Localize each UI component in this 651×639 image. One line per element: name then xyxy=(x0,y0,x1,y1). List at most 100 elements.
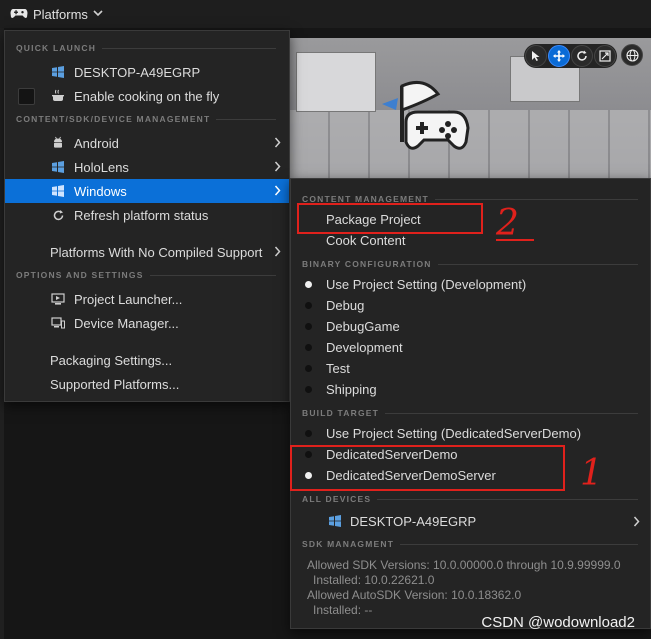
chevron-right-icon xyxy=(633,515,640,530)
platforms-menu: QUICK LAUNCH DESKTOP-A49EGRP Enable cook… xyxy=(4,30,290,402)
radio-indicator xyxy=(305,430,312,437)
divider xyxy=(400,543,638,545)
menu-item-android-label: Android xyxy=(74,135,119,151)
menu-item-cook-on-fly-label: Enable cooking on the fly xyxy=(74,88,220,104)
windows-icon xyxy=(49,159,67,175)
menu-item-hololens-label: HoloLens xyxy=(74,159,129,175)
divider xyxy=(434,198,638,200)
binary-config-label: Debug xyxy=(326,298,365,313)
cooking-pot-icon xyxy=(49,88,67,104)
chevron-right-icon xyxy=(274,184,281,199)
move-icon[interactable] xyxy=(548,45,570,67)
gamepad-icon xyxy=(10,6,28,23)
launcher-icon xyxy=(49,291,67,307)
annotation-box-package xyxy=(297,203,483,234)
binary-config-label: Development xyxy=(326,340,403,355)
sdk-info-line: Allowed SDK Versions: 10.0.00000.0 throu… xyxy=(307,558,621,572)
sdk-info-line: Allowed AutoSDK Version: 10.0.18362.0 xyxy=(307,588,522,602)
radio-indicator xyxy=(305,386,312,393)
cook-content-label: Cook Content xyxy=(326,233,406,248)
sdk-info-line: Installed: -- xyxy=(313,603,373,617)
annotation-underline xyxy=(496,239,534,241)
windows-icon xyxy=(328,514,342,531)
platforms-label: Platforms xyxy=(33,6,88,22)
select-icon[interactable] xyxy=(525,45,547,67)
options-settings-header: OPTIONS AND SETTINGS xyxy=(16,270,276,280)
menu-item-supported-platforms[interactable]: Supported Platforms... xyxy=(5,372,289,396)
menu-item-refresh-status[interactable]: Refresh platform status xyxy=(5,203,289,227)
sdk-management-header: SDK MANAGMENT xyxy=(302,539,638,549)
radio-indicator xyxy=(305,323,312,330)
binary-config-label: Test xyxy=(326,361,350,376)
binary-config-label: DebugGame xyxy=(326,319,400,334)
radio-indicator xyxy=(305,365,312,372)
viewport-toolbar xyxy=(524,44,643,68)
menu-item-no-compiled-support[interactable]: Platforms With No Compiled Support xyxy=(5,240,289,264)
menu-item-cook-on-fly[interactable]: Enable cooking on the fly xyxy=(5,84,289,108)
quick-launch-header-label: QUICK LAUNCH xyxy=(16,43,97,53)
binary-config-label: Shipping xyxy=(326,382,377,397)
binary-config-label: Use Project Setting (Development) xyxy=(326,277,527,292)
menu-item-windows-label: Windows xyxy=(74,183,127,199)
chevron-right-icon xyxy=(274,136,281,151)
annotation-number-2: 2 xyxy=(496,203,519,244)
refresh-icon xyxy=(49,207,67,223)
scale-icon[interactable] xyxy=(594,45,616,67)
transform-tools xyxy=(524,44,617,68)
level-viewport[interactable] xyxy=(290,38,651,178)
radio-indicator xyxy=(305,344,312,351)
windows-submenu: CONTENT MANAGEMENT Package Project Cook … xyxy=(290,178,651,629)
all-devices-header: ALL DEVICES xyxy=(302,494,638,504)
device-item-desktop[interactable]: DESKTOP-A49EGRP xyxy=(291,510,650,532)
windows-icon xyxy=(49,183,67,199)
build-target-label: Use Project Setting (DedicatedServerDemo… xyxy=(326,426,582,441)
build-target-option[interactable]: Use Project Setting (DedicatedServerDemo… xyxy=(291,423,650,444)
menu-item-windows[interactable]: Windows xyxy=(5,179,289,203)
cook-on-fly-checkbox[interactable] xyxy=(18,87,35,105)
platforms-button[interactable]: Platforms xyxy=(10,4,103,24)
annotation-number-1: 1 xyxy=(580,453,603,494)
all-devices-header-label: ALL DEVICES xyxy=(302,494,372,504)
menu-item-hololens[interactable]: HoloLens xyxy=(5,155,289,179)
device-manager-icon xyxy=(49,315,67,331)
binary-config-option[interactable]: Use Project Setting (Development) xyxy=(291,274,650,295)
menu-item-device-manager-label: Device Manager... xyxy=(74,315,179,331)
content-management-header-label: CONTENT/SDK/DEVICE MANAGEMENT xyxy=(16,114,211,124)
binary-configuration-header: BINARY CONFIGURATION xyxy=(302,259,638,269)
binary-config-option[interactable]: Shipping xyxy=(291,379,650,400)
radio-selected-indicator xyxy=(305,281,312,288)
menu-item-desktop[interactable]: DESKTOP-A49EGRP xyxy=(5,60,289,84)
top-toolbar: Platforms xyxy=(0,0,651,28)
divider xyxy=(437,263,638,265)
divider xyxy=(149,274,276,276)
player-start-icon xyxy=(376,76,472,161)
divider xyxy=(216,118,276,120)
rotate-icon[interactable] xyxy=(571,45,593,67)
binary-config-option[interactable]: Test xyxy=(291,358,650,379)
android-icon xyxy=(49,135,67,151)
divider xyxy=(102,47,276,49)
viewport-block xyxy=(296,52,376,112)
menu-item-project-launcher-label: Project Launcher... xyxy=(74,291,183,307)
binary-config-option[interactable]: DebugGame xyxy=(291,316,650,337)
menu-item-project-launcher[interactable]: Project Launcher... xyxy=(5,287,289,311)
radio-indicator xyxy=(305,302,312,309)
sdk-info-line: Installed: 10.0.22621.0 xyxy=(313,573,435,587)
menu-item-desktop-label: DESKTOP-A49EGRP xyxy=(74,64,201,80)
menu-item-device-manager[interactable]: Device Manager... xyxy=(5,311,289,335)
annotation-box-build-target xyxy=(290,445,565,491)
divider xyxy=(385,412,638,414)
menu-item-refresh-status-label: Refresh platform status xyxy=(74,207,209,223)
chevron-down-icon xyxy=(93,9,103,20)
menu-item-packaging-settings[interactable]: Packaging Settings... xyxy=(5,348,289,372)
binary-config-option[interactable]: Development xyxy=(291,337,650,358)
binary-config-option[interactable]: Debug xyxy=(291,295,650,316)
menu-item-android[interactable]: Android xyxy=(5,131,289,155)
content-management-header: CONTENT/SDK/DEVICE MANAGEMENT xyxy=(16,114,276,124)
chevron-right-icon xyxy=(274,245,281,260)
watermark: CSDN @wodownload2 xyxy=(481,614,635,631)
windows-icon xyxy=(49,64,67,80)
globe-icon[interactable] xyxy=(621,44,643,66)
binary-configuration-header-label: BINARY CONFIGURATION xyxy=(302,259,432,269)
menu-item-supported-platforms-label: Supported Platforms... xyxy=(50,376,180,392)
